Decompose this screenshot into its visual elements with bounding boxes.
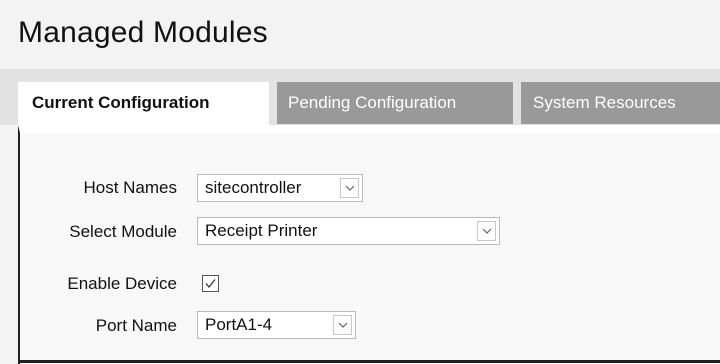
tab-pending-configuration[interactable]: Pending Configuration: [277, 82, 513, 124]
port-name-label: Port Name: [95, 316, 177, 335]
host-names-select[interactable]: sitecontroller: [197, 174, 363, 202]
select-module-label: Select Module: [69, 222, 177, 241]
port-name-select[interactable]: PortA1-4: [197, 311, 356, 339]
select-module-value: Receipt Printer: [205, 221, 318, 240]
host-names-value: sitecontroller: [205, 178, 302, 197]
chevron-down-icon: [333, 315, 352, 335]
tab-system-resources[interactable]: System Resources: [521, 82, 720, 124]
check-icon: [205, 279, 216, 289]
enable-device-checkbox[interactable]: [202, 275, 219, 292]
tab-current-configuration[interactable]: Current Configuration: [18, 82, 269, 126]
enable-device-label: Enable Device: [67, 274, 177, 293]
host-names-label: Host Names: [83, 178, 177, 197]
port-name-value: PortA1-4: [205, 315, 273, 334]
chevron-down-icon: [340, 178, 359, 198]
page-title: Managed Modules: [18, 16, 268, 49]
chevron-down-icon: [477, 221, 496, 241]
select-module-select[interactable]: Receipt Printer: [197, 217, 500, 245]
